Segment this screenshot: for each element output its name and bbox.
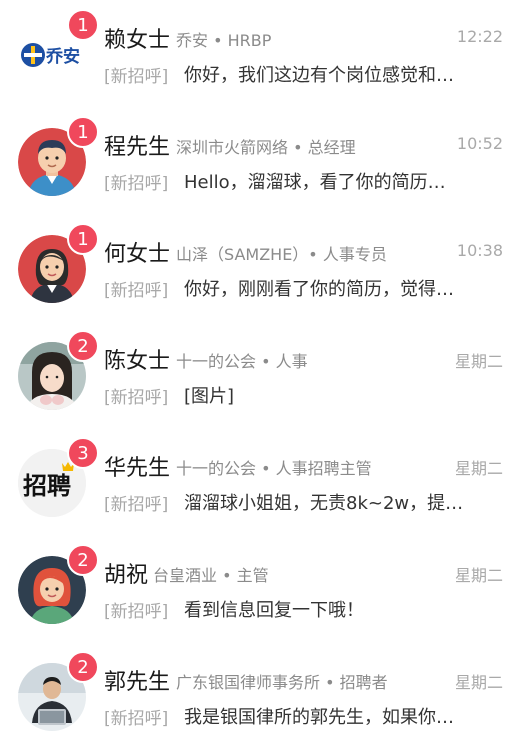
new-greeting-tag: [新招呼] (104, 281, 169, 301)
contact-name: 赖女士 (104, 28, 171, 53)
contact-name: 何女士 (104, 242, 171, 267)
message-time: 星期二 (454, 459, 503, 478)
message-time: 星期二 (454, 566, 503, 585)
unread-badge: 2 (67, 651, 99, 683)
chat-item[interactable]: 1 何女士 山泽（SAMZHE）• 人事专员 10:38 [新招呼] 你好，刚刚… (0, 214, 528, 321)
message-preview: 我是银国律所的郭先生，如果你… (184, 707, 454, 728)
message-time: 10:38 (456, 241, 503, 260)
unread-badge: 1 (67, 116, 99, 148)
message-time: 星期二 (454, 673, 503, 692)
contact-name: 华先生 (104, 456, 171, 481)
unread-badge: 3 (67, 437, 99, 469)
new-greeting-tag: [新招呼] (104, 709, 169, 729)
unread-badge: 2 (67, 544, 99, 576)
logo-text: 乔安 (45, 46, 80, 67)
contact-name: 程先生 (104, 135, 171, 160)
company-title: 深圳市火箭网络 • 总经理 (176, 138, 356, 157)
message-preview: 溜溜球小姐姐，无责8k~2w，提… (184, 493, 464, 514)
company-title: 十一的公会 • 人事 (176, 352, 308, 371)
company-title: 台皇酒业 • 主管 (153, 566, 269, 585)
company-title: 乔安 • HRBP (176, 31, 272, 50)
message-time: 星期二 (454, 352, 503, 371)
company-title: 广东银国律师事务所 • 招聘者 (176, 673, 388, 692)
company-title: 山泽（SAMZHE）• 人事专员 (176, 245, 387, 264)
unread-badge: 2 (67, 330, 99, 362)
new-greeting-tag: [新招呼] (104, 174, 169, 194)
contact-name: 胡祝 (104, 563, 149, 588)
chat-list: 乔安 1 赖女士 乔安 • HRBP 12:22 [新招呼] 你好，我们这边有个… (0, 0, 528, 741)
new-greeting-tag: [新招呼] (104, 388, 169, 408)
company-title: 十一的公会 • 人事招聘主管 (176, 459, 372, 478)
new-greeting-tag: [新招呼] (104, 495, 169, 515)
unread-badge: 1 (67, 9, 99, 41)
contact-name: 陈女士 (104, 349, 171, 374)
chat-item[interactable]: 招聘 3 华先生 十一的公会 • 人事招聘主管 星期二 [新招呼] 溜溜球小姐姐… (0, 428, 528, 535)
message-preview: Hello，溜溜球，看了你的简历… (184, 172, 446, 193)
chat-item[interactable]: 2 胡祝 台皇酒业 • 主管 星期二 [新招呼] 看到信息回复一下哦！ (0, 535, 528, 642)
message-preview: 你好，我们这边有个岗位感觉和… (184, 65, 454, 86)
new-greeting-tag: [新招呼] (104, 602, 169, 622)
message-preview: 看到信息回复一下哦！ (184, 600, 364, 621)
chat-item[interactable]: 2 郭先生 广东银国律师事务所 • 招聘者 星期二 [新招呼] 我是银国律所的郭… (0, 642, 528, 749)
contact-name: 郭先生 (104, 670, 171, 695)
new-greeting-tag: [新招呼] (104, 67, 169, 87)
message-time: 10:52 (456, 134, 503, 153)
message-preview: 你好，刚刚看了你的简历，觉得… (184, 279, 454, 300)
logo-text: 招聘 (23, 472, 71, 500)
message-time: 12:22 (456, 27, 503, 46)
message-preview: [图片] (184, 386, 235, 407)
chat-item[interactable]: 2 陈女士 十一的公会 • 人事 星期二 [新招呼] [图片] (0, 321, 528, 428)
unread-badge: 1 (67, 223, 99, 255)
chat-item[interactable]: 1 程先生 深圳市火箭网络 • 总经理 10:52 [新招呼] Hello，溜溜… (0, 107, 528, 214)
chat-item[interactable]: 乔安 1 赖女士 乔安 • HRBP 12:22 [新招呼] 你好，我们这边有个… (0, 0, 528, 107)
